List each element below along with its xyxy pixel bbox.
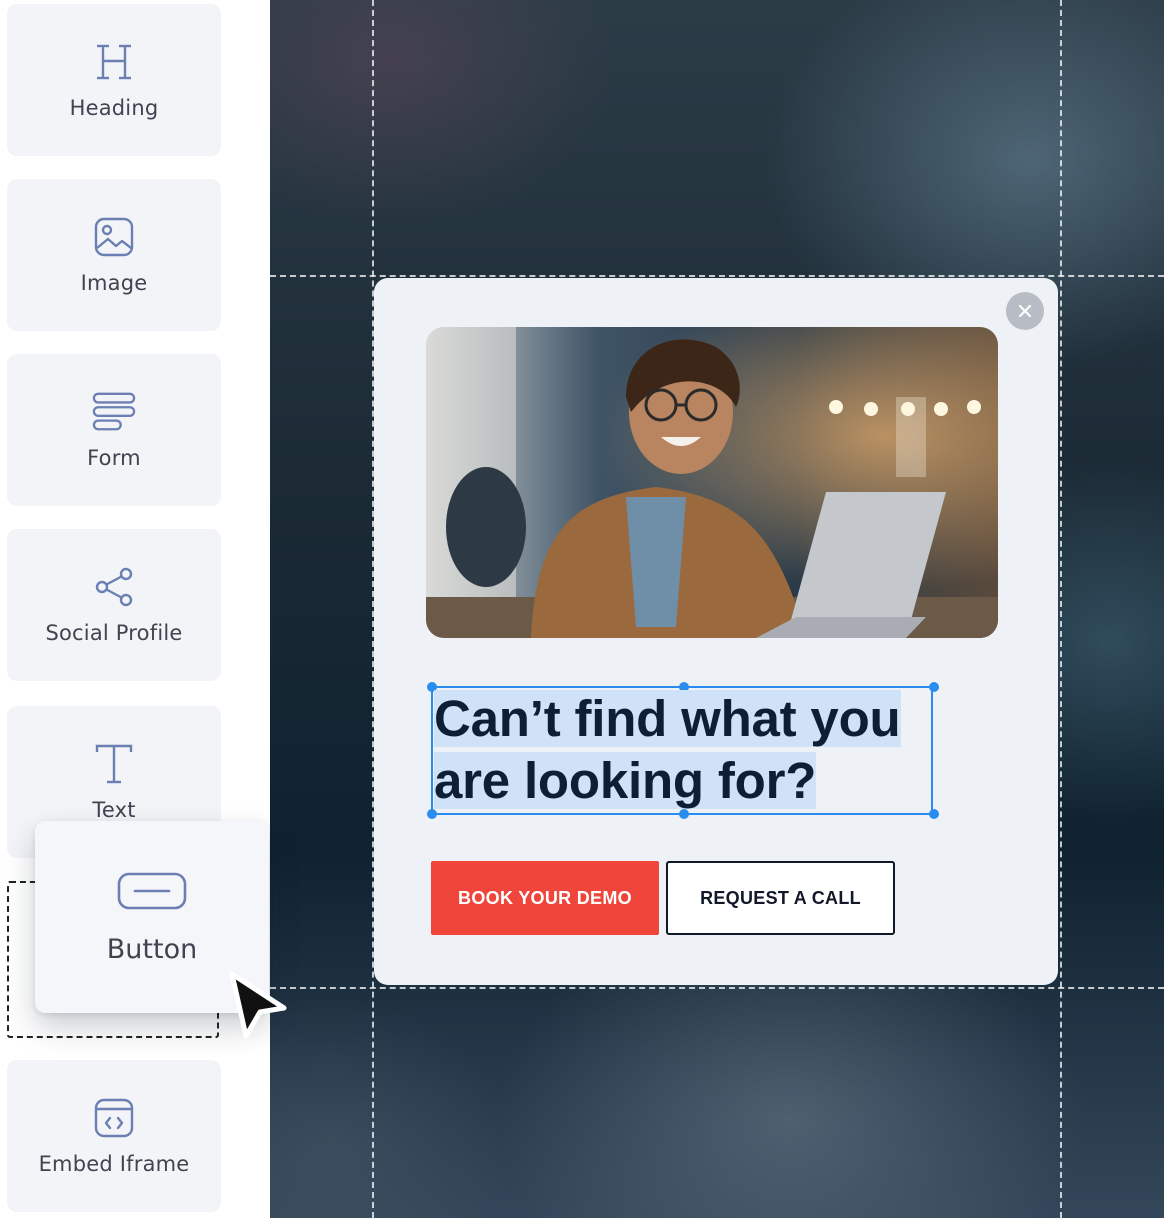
guide-line-horizontal xyxy=(270,987,1164,989)
widget-social-profile[interactable]: Social Profile xyxy=(7,529,221,681)
text-icon xyxy=(92,742,136,786)
image-icon xyxy=(92,215,136,259)
widget-form[interactable]: Form xyxy=(7,354,221,506)
button-icon xyxy=(115,870,189,914)
book-demo-button[interactable]: BOOK YOUR DEMO xyxy=(431,861,659,935)
widget-embed-iframe[interactable]: Embed Iframe xyxy=(7,1060,221,1212)
widget-social-profile-label: Social Profile xyxy=(45,621,183,645)
headline-line-2: are looking for? xyxy=(434,752,817,809)
widget-image-label: Image xyxy=(80,271,148,295)
popup-headline[interactable]: Can’t find what you are looking for? xyxy=(434,688,954,812)
request-call-button[interactable]: REQUEST A CALL xyxy=(666,861,895,935)
close-button[interactable] xyxy=(1006,292,1044,330)
guide-line-horizontal xyxy=(270,275,1164,277)
widget-text-label: Text xyxy=(92,798,136,822)
widget-form-label: Form xyxy=(87,446,141,470)
widget-heading-label: Heading xyxy=(69,96,159,120)
widget-embed-iframe-label: Embed Iframe xyxy=(38,1152,190,1176)
mouse-cursor-icon xyxy=(229,971,287,1039)
widget-button-label: Button xyxy=(106,933,198,965)
heading-icon xyxy=(92,40,136,84)
guide-line-vertical xyxy=(1060,0,1062,1218)
share-icon xyxy=(92,565,136,609)
code-embed-icon xyxy=(92,1096,136,1140)
form-icon xyxy=(92,390,136,434)
popup-card[interactable]: Can’t find what you are looking for? BOO… xyxy=(374,278,1058,985)
widget-heading[interactable]: Heading xyxy=(7,4,221,156)
hero-image[interactable] xyxy=(426,327,998,638)
widget-image[interactable]: Image xyxy=(7,179,221,331)
close-icon xyxy=(1018,304,1032,318)
headline-line-1: Can’t find what you xyxy=(434,690,901,747)
